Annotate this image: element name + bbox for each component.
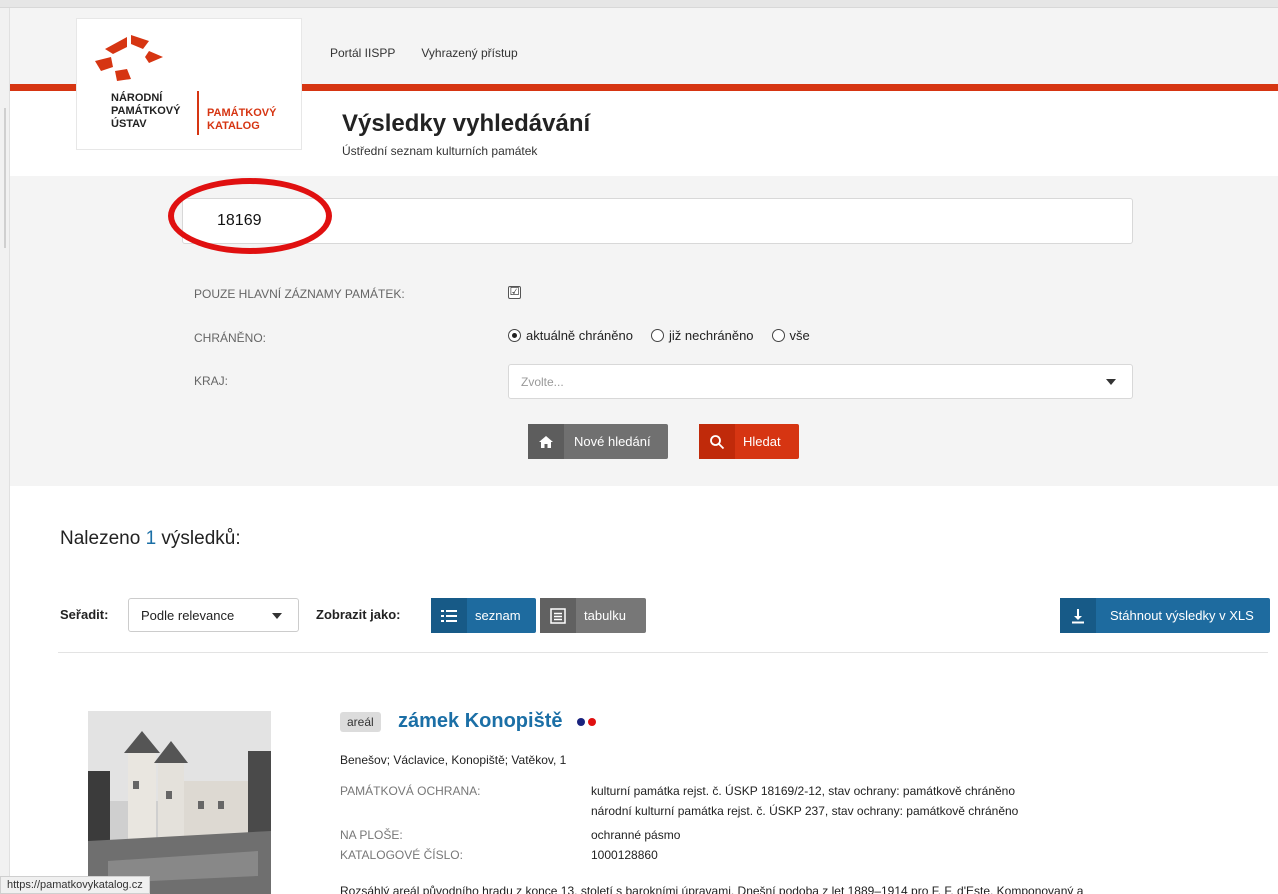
view-as-label: Zobrazit jako: [316, 607, 401, 622]
view-list-button[interactable]: seznam [431, 598, 536, 633]
result-type-badge: areál [340, 712, 381, 732]
home-icon [528, 424, 564, 459]
region-select[interactable]: Zvolte... [508, 364, 1133, 399]
result-description: Rozsáhlý areál původního hradu z konce 1… [340, 884, 1084, 894]
area-label: NA PLOŠE: [340, 828, 403, 842]
logo-separator [197, 91, 199, 135]
castle-photo-icon [88, 711, 271, 894]
logo-institution-name: NÁRODNÍ PAMÁTKOVÝ ÚSTAV [111, 92, 181, 130]
protection-value-1: kulturní památka rejst. č. ÚSKP 18169/2-… [591, 784, 1016, 798]
download-xls-label: Stáhnout výsledky v XLS [1110, 608, 1254, 623]
protected-radio-group: aktuálně chráněno již nechráněno vše [508, 328, 810, 343]
sort-label: Seřadit: [60, 607, 109, 622]
main-records-label: POUZE HLAVNÍ ZÁZNAMY PAMÁTEK: [194, 287, 405, 301]
table-icon [540, 598, 576, 633]
result-title-link[interactable]: zámek Konopiště [398, 710, 562, 733]
download-icon [1060, 598, 1096, 633]
region-label: KRAJ: [194, 374, 229, 388]
area-value: ochranné pásmo [591, 828, 681, 842]
radio-all[interactable] [771, 329, 785, 342]
chevron-down-icon [1106, 379, 1116, 385]
search-button-label: Hledat [743, 434, 781, 449]
search-button[interactable]: Hledat [699, 424, 799, 459]
list-icon [431, 598, 467, 633]
view-table-label: tabulku [584, 608, 626, 623]
browser-top-edge [0, 0, 1278, 8]
page-title: Výsledky vyhledávání [342, 110, 591, 137]
result-thumbnail[interactable] [88, 711, 271, 894]
view-list-label: seznam [475, 608, 521, 623]
catalog-number-label: KATALOGOVÉ ČÍSLO: [340, 848, 463, 862]
logo-catalog-name: PAMÁTKOVÝ KATALOG [207, 107, 277, 132]
result-address: Benešov; Václavice, Konopiště; Vatěkov, … [340, 753, 567, 767]
national-monument-dot-icon [577, 718, 585, 726]
protection-label: PAMÁTKOVÁ OCHRANA: [340, 784, 481, 798]
protection-value-2: národní kulturní památka rejst. č. ÚSKP … [591, 804, 1019, 818]
region-select-placeholder: Zvolte... [521, 375, 564, 389]
sort-select-value: Podle relevance [141, 608, 235, 623]
radio-currently-protected[interactable] [508, 329, 521, 342]
sort-select[interactable]: Podle relevance [128, 598, 299, 632]
npu-logo-icon [95, 35, 163, 81]
browser-status-url: https://pamatkovykatalog.cz [0, 876, 150, 894]
results-count-number: 1 [145, 528, 157, 549]
page-subtitle: Ústřední seznam kulturních památek [342, 144, 538, 158]
radio-currently-protected-label: aktuálně chráněno [526, 328, 633, 343]
results-divider [58, 652, 1268, 653]
top-navigation: Portál IISPP Vyhrazený přístup [330, 46, 518, 60]
radio-no-longer-protected[interactable] [650, 329, 664, 342]
protection-status-dots [577, 718, 596, 726]
results-count: Nalezeno 1 výsledků: [60, 528, 241, 549]
search-input[interactable] [182, 198, 1133, 244]
new-search-button[interactable]: Nové hledání [528, 424, 668, 459]
radio-all-label: vše [789, 328, 810, 343]
download-xls-button[interactable]: Stáhnout výsledky v XLS [1060, 598, 1270, 633]
nav-restricted-access[interactable]: Vyhrazený přístup [421, 46, 517, 60]
chevron-down-icon [272, 613, 282, 619]
search-icon [699, 424, 735, 459]
nav-portal-iispp[interactable]: Portál IISPP [330, 46, 395, 60]
catalog-number-value: 1000128860 [591, 848, 658, 862]
site-logo[interactable]: NÁRODNÍ PAMÁTKOVÝ ÚSTAV PAMÁTKOVÝ KATALO… [76, 18, 302, 150]
main-records-checkbox[interactable]: ☑ [508, 286, 521, 299]
view-table-button[interactable]: tabulku [540, 598, 646, 633]
new-search-label: Nové hledání [574, 434, 651, 449]
left-window-edge [0, 8, 10, 894]
radio-no-longer-protected-label: již nechráněno [668, 328, 754, 343]
protected-label: CHRÁNĚNO: [194, 331, 267, 345]
protected-monument-dot-icon [588, 718, 596, 726]
